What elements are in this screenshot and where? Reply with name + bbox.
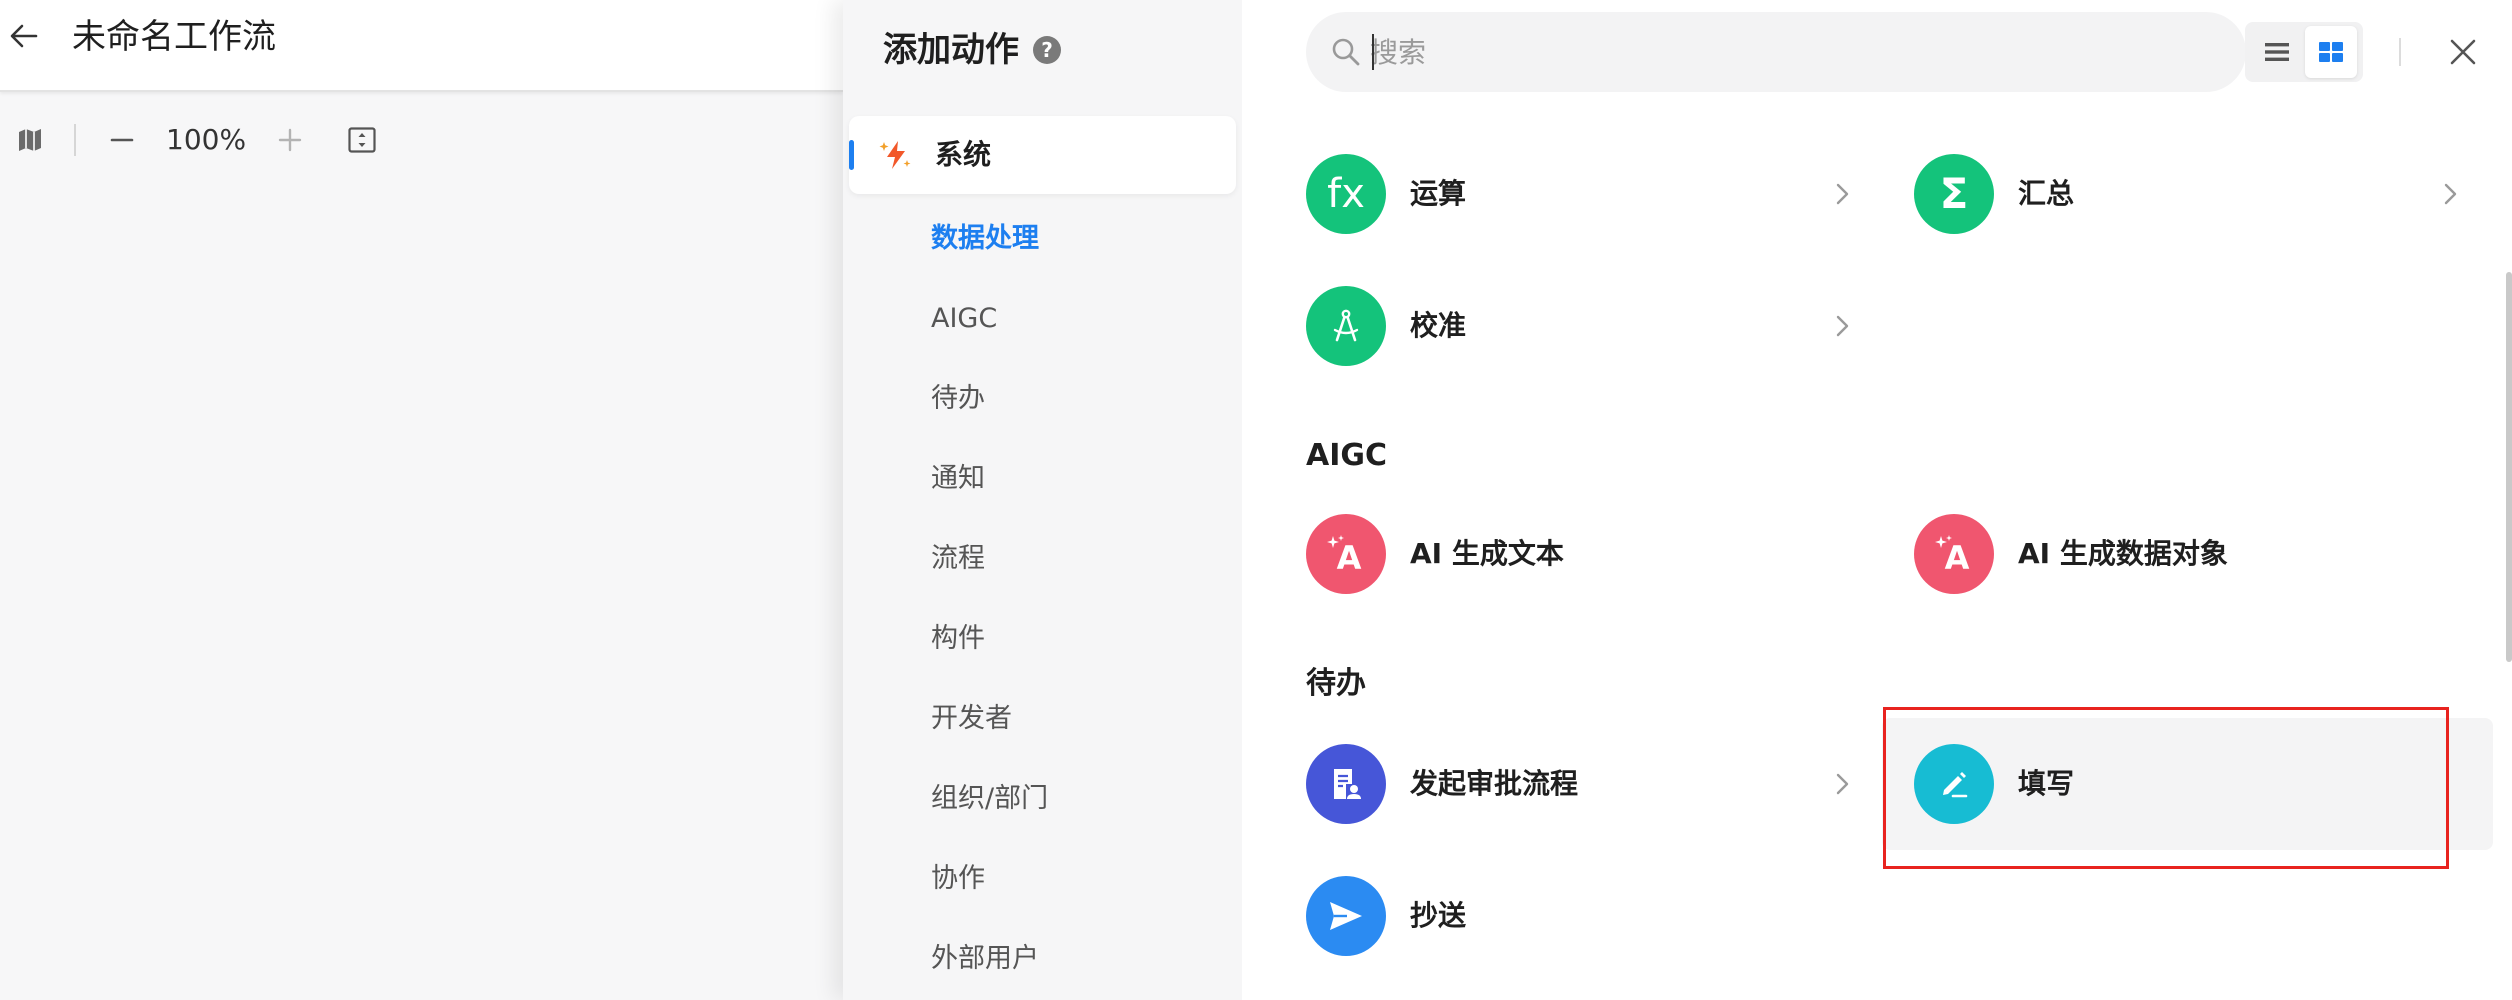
active-indicator (849, 140, 854, 170)
action-calibrate[interactable]: 校准 (1306, 282, 1856, 370)
view-toggle (2245, 22, 2363, 82)
category-system[interactable]: 系统 (849, 116, 1236, 194)
ai-sparkle-icon: A (1914, 514, 1994, 594)
section-aigc-heading: AIGC (1306, 438, 1388, 473)
fit-view-icon[interactable] (344, 122, 380, 158)
action-ai-object-label: AI 生成数据对象 (2018, 537, 2228, 570)
zoom-in-icon[interactable] (272, 124, 308, 156)
chevron-right-icon (1828, 312, 1856, 340)
minimap-icon[interactable] (14, 124, 46, 156)
search-icon (1330, 36, 1362, 68)
action-ai-object[interactable]: A AI 生成数据对象 (1914, 510, 2464, 598)
toolbar-divider (74, 124, 76, 156)
panel-title-text: 添加动作 (883, 30, 1019, 70)
chevron-right-icon (2436, 180, 2464, 208)
action-calc-label: 运算 (1410, 177, 1467, 210)
category-data-processing[interactable]: 数据处理 (931, 220, 1039, 258)
action-calibrate-label: 校准 (1410, 309, 1467, 342)
category-aigc[interactable]: AIGC (931, 300, 997, 338)
action-summary[interactable]: Σ 汇总 (1914, 150, 2464, 238)
action-cc-label: 抄送 (1410, 899, 1467, 932)
action-cc[interactable]: 抄送 (1306, 872, 1856, 960)
section-todo-heading: 待办 (1306, 666, 1366, 701)
help-icon[interactable]: ? (1033, 36, 1061, 64)
svg-text:A: A (1945, 539, 1970, 576)
action-ai-text-label: AI 生成文本 (1410, 537, 1564, 570)
workflow-title[interactable]: 未命名工作流 (72, 16, 276, 58)
action-approval[interactable]: 发起审批流程 (1306, 740, 1856, 828)
category-sidebar: 添加动作 ? 系统 数据处理 AIGC 待办 通知 流程 构件 开发者 组织/部… (843, 0, 1242, 1000)
category-process[interactable]: 流程 (931, 540, 985, 578)
svg-text:A: A (1337, 539, 1362, 576)
category-developer[interactable]: 开发者 (931, 700, 1012, 738)
category-notification[interactable]: 通知 (931, 460, 985, 498)
category-collaboration[interactable]: 协作 (931, 860, 985, 898)
action-approval-label: 发起审批流程 (1410, 767, 1579, 800)
highlight-box (1883, 707, 2449, 869)
fx-icon: fx (1306, 154, 1386, 234)
action-summary-label: 汇总 (2018, 177, 2075, 210)
lightning-sparkle-icon (879, 138, 913, 172)
text-caret (1372, 34, 1374, 70)
approval-document-icon (1306, 744, 1386, 824)
search-box[interactable] (1306, 12, 2246, 92)
zoom-out-icon[interactable] (104, 124, 140, 156)
category-org-dept[interactable]: 组织/部门 (931, 780, 1048, 818)
back-arrow-icon[interactable] (6, 18, 42, 54)
send-icon (1306, 876, 1386, 956)
ai-sparkle-icon: A (1306, 514, 1386, 594)
zoom-level: 100% (166, 123, 247, 156)
compass-icon (1306, 286, 1386, 366)
category-component[interactable]: 构件 (931, 620, 985, 658)
scrollbar[interactable] (2506, 272, 2512, 662)
category-external-users[interactable]: 外部用户 (931, 940, 1039, 978)
list-view-icon[interactable] (2251, 26, 2303, 78)
action-ai-text[interactable]: A AI 生成文本 (1306, 510, 1856, 598)
add-action-panel: 添加动作 ? 系统 数据处理 AIGC 待办 通知 流程 构件 开发者 组织/部… (843, 0, 2512, 1000)
header-divider (2399, 38, 2401, 66)
sigma-icon: Σ (1914, 154, 1994, 234)
panel-title: 添加动作 ? (883, 28, 1061, 72)
chevron-right-icon (1828, 180, 1856, 208)
workflow-canvas[interactable]: 未命名工作流 100% (0, 0, 843, 1000)
workflow-header: 未命名工作流 (0, 0, 843, 92)
grid-view-icon[interactable] (2305, 26, 2357, 78)
action-calc[interactable]: fx 运算 (1306, 150, 1856, 238)
search-input[interactable] (1370, 30, 2210, 74)
category-todo[interactable]: 待办 (931, 380, 985, 418)
category-system-label: 系统 (935, 138, 992, 171)
close-icon[interactable] (2443, 32, 2483, 72)
chevron-right-icon (1828, 770, 1856, 798)
